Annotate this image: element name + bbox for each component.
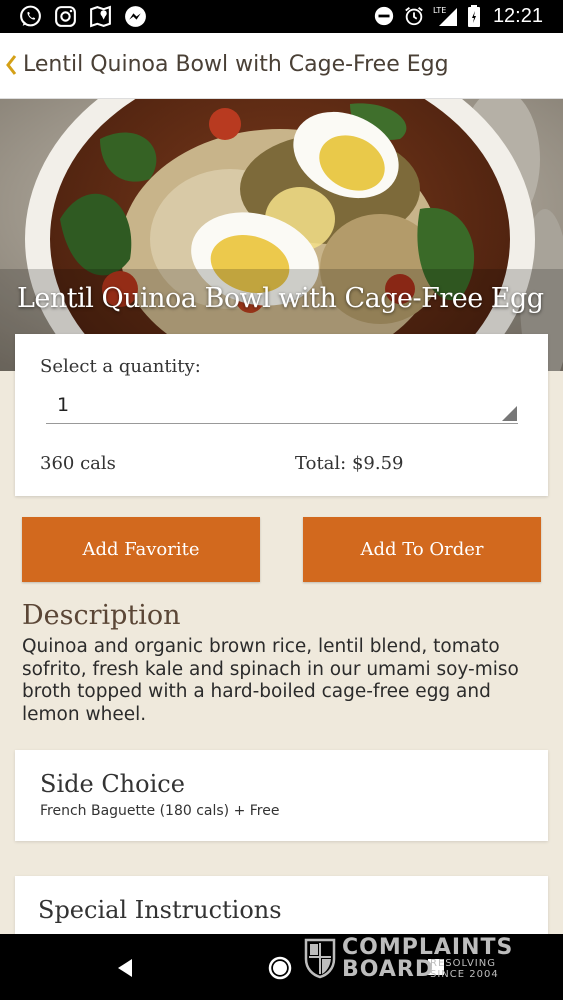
calories-text: 360 cals [40, 453, 116, 474]
quantity-select[interactable]: 1 [46, 388, 518, 424]
alarm-icon [405, 7, 423, 26]
description-heading: Description [22, 600, 181, 631]
nav-back-icon[interactable] [116, 958, 134, 978]
side-choice-card[interactable]: Side Choice French Baguette (180 cals) +… [15, 750, 548, 841]
add-to-order-button[interactable]: Add To Order [303, 517, 541, 582]
clock: 12:21 [492, 4, 543, 27]
maps-icon [90, 5, 111, 28]
status-bar: LTE 12:21 [0, 0, 563, 33]
messenger-icon [125, 6, 146, 27]
page-title: Lentil Quinoa Bowl with Cage-Free Egg [23, 52, 449, 77]
network-label: LTE [433, 6, 446, 15]
do-not-disturb-icon [374, 6, 394, 26]
notification-icons [18, 4, 148, 29]
whatsapp-icon [20, 5, 41, 27]
back-chevron-icon[interactable] [4, 53, 18, 77]
lte-signal-icon: LTE [433, 6, 457, 26]
food-photo [0, 99, 563, 371]
quantity-label: Select a quantity: [40, 356, 201, 377]
hero-title: Lentil Quinoa Bowl with Cage-Free Egg [17, 283, 544, 314]
dropdown-arrow-icon [502, 406, 517, 421]
add-favorite-button[interactable]: Add Favorite [22, 517, 260, 582]
app-bar: Lentil Quinoa Bowl with Cage-Free Egg [0, 33, 563, 99]
description-body: Quinoa and organic brown rice, lentil bl… [22, 636, 519, 725]
instagram-icon [55, 6, 76, 27]
nav-home-icon[interactable] [268, 956, 292, 980]
side-choice-title: Side Choice [40, 770, 185, 798]
battery-icon [467, 5, 480, 27]
total-price: Total: $9.59 [295, 453, 404, 474]
special-instructions-title: Special Instructions [38, 896, 282, 924]
nav-recents-icon[interactable] [428, 959, 444, 975]
hero-image: Lentil Quinoa Bowl with Cage-Free Egg [0, 99, 563, 371]
system-icons: LTE 12:21 [373, 4, 543, 28]
system-nav-bar [0, 934, 563, 1000]
quantity-value: 1 [57, 394, 70, 416]
side-choice-value: French Baguette (180 cals) + Free [40, 803, 280, 819]
quantity-card: Select a quantity: 1 360 cals Total: $9.… [15, 334, 548, 496]
